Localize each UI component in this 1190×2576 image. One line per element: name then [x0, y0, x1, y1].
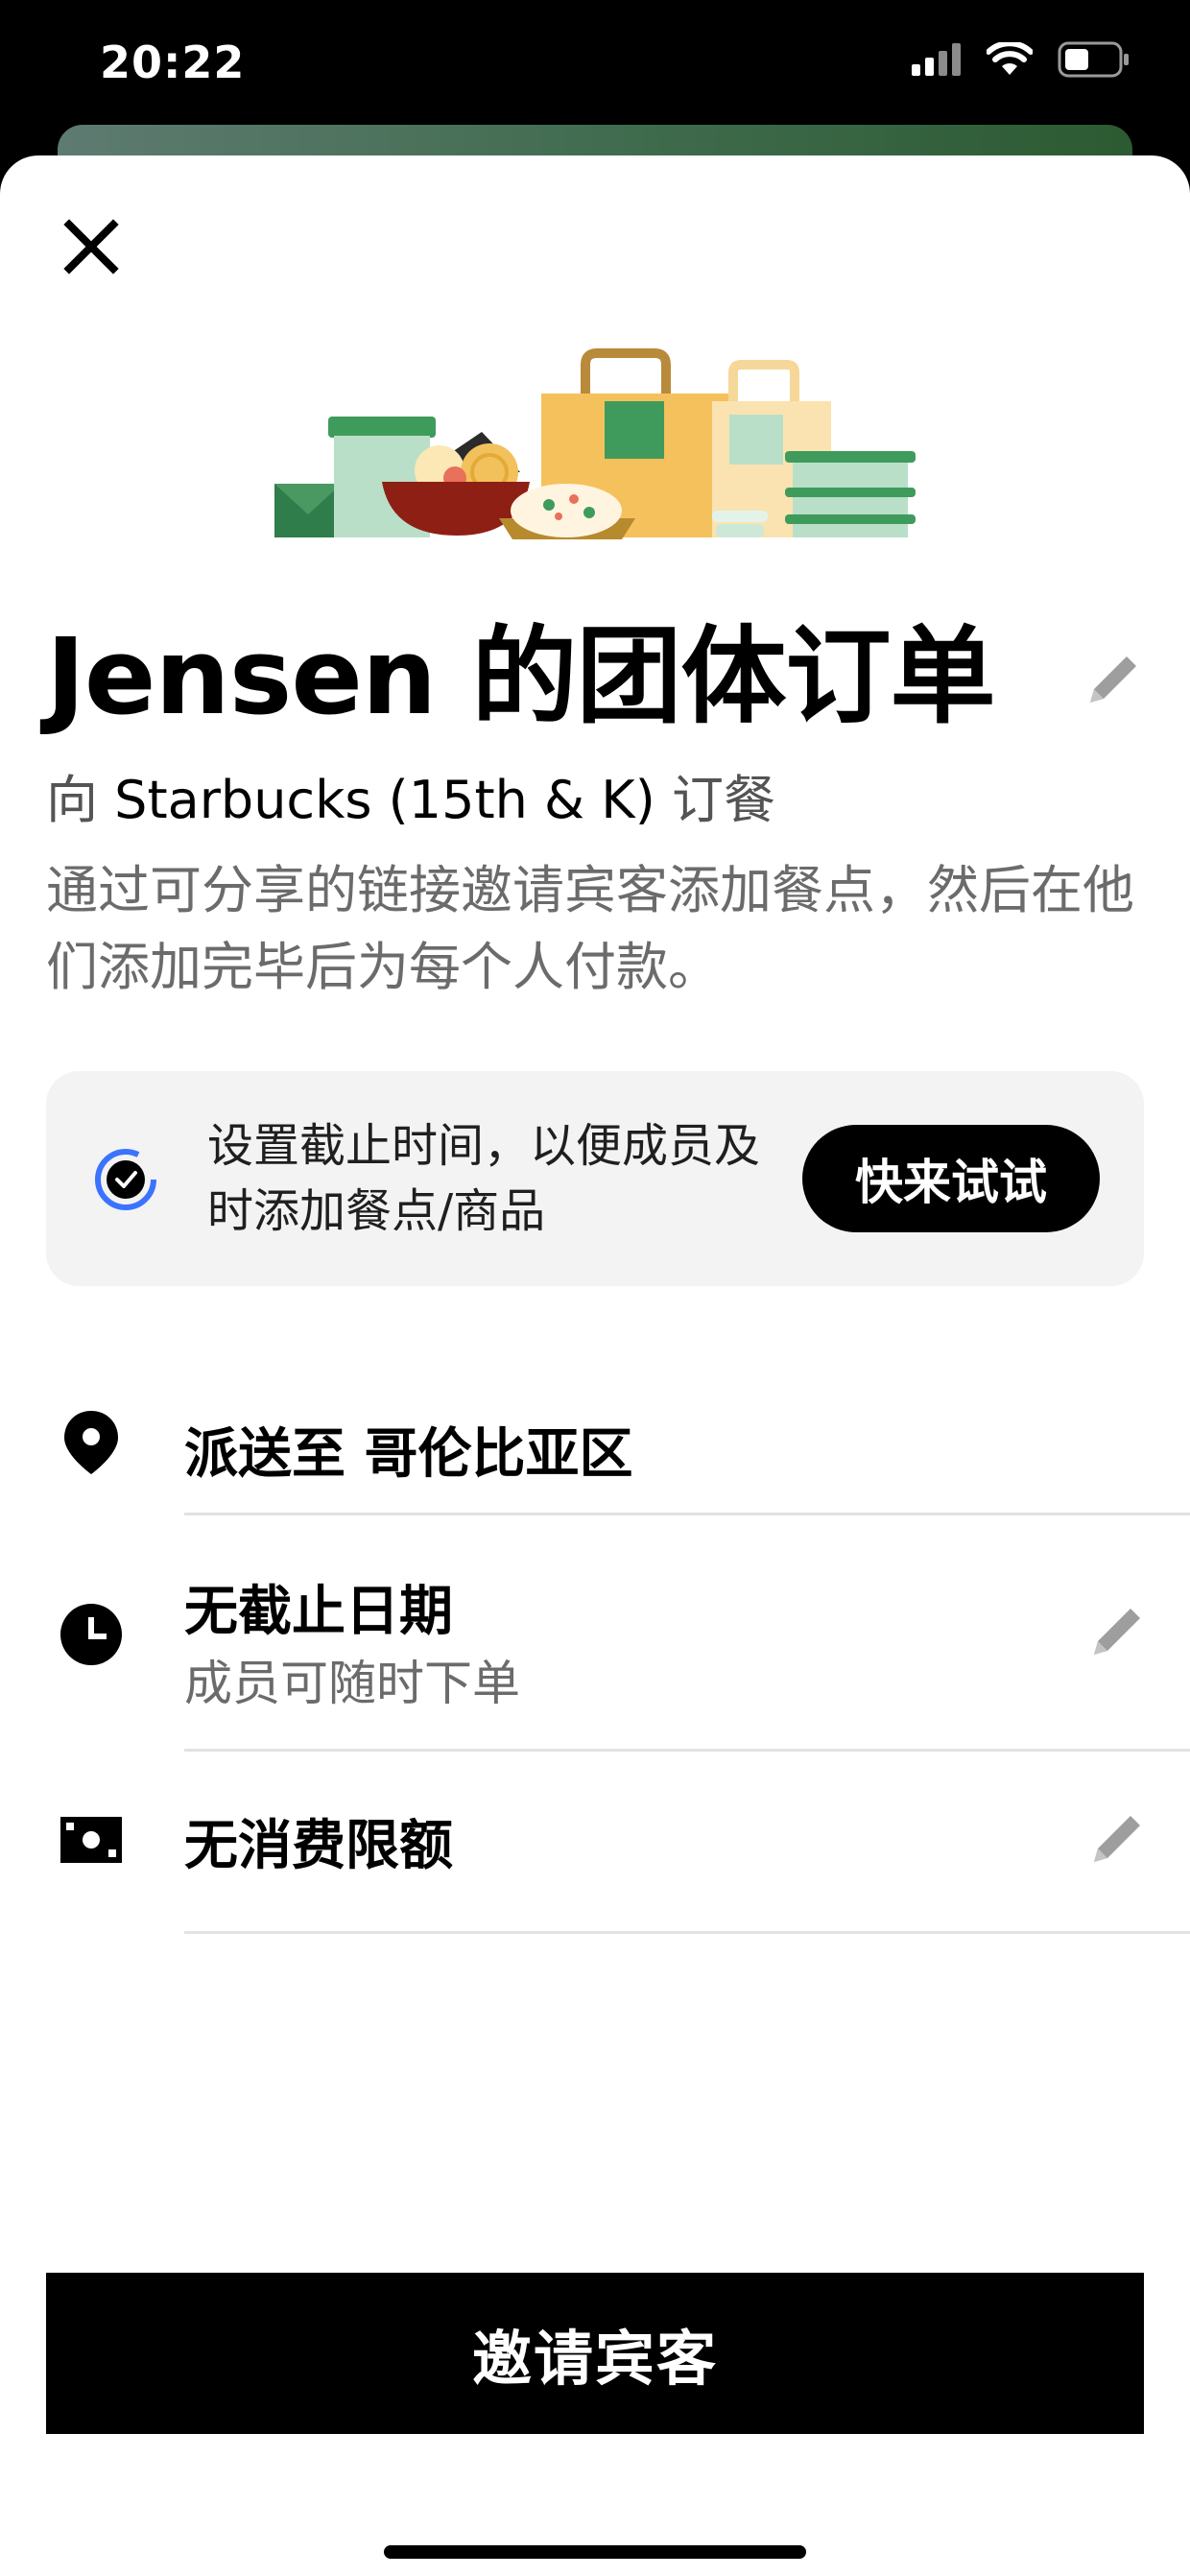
status-bar: 20:22	[0, 0, 1190, 134]
location-pin-icon	[58, 1409, 125, 1476]
store-name: Starbucks (15th & K)	[114, 770, 655, 830]
invite-guests-button[interactable]: 邀请宾客	[46, 2273, 1144, 2434]
battery-icon	[1058, 41, 1130, 82]
grocery-bags-and-food-illustration	[274, 348, 916, 539]
delivery-location-text: 派送至 哥伦比亚区	[184, 1423, 633, 1486]
cash-icon	[58, 1806, 125, 1873]
divider	[184, 1931, 1190, 1934]
try-now-button[interactable]: 快来试试	[802, 1125, 1100, 1232]
restaurant-subtitle: 向 Starbucks (15th & K) 订餐	[46, 766, 775, 835]
divider	[184, 1749, 1190, 1752]
pencil-icon	[1094, 1609, 1140, 1655]
clock-icon	[58, 1601, 125, 1668]
status-time: 20:22	[100, 36, 246, 88]
spending-limit-text: 无消费限额	[184, 1815, 453, 1877]
group-order-sheet: Jensen 的团体订单 向 Starbucks (15th & K) 订餐 通…	[0, 155, 1190, 2576]
pencil-icon	[1094, 1816, 1140, 1862]
subtitle-prefix: 向	[46, 770, 115, 830]
close-button[interactable]	[56, 211, 127, 282]
edit-spending-limit-button[interactable]	[1081, 1802, 1154, 1875]
pencil-icon	[1090, 656, 1136, 703]
page-title: Jensen 的团体订单	[46, 615, 996, 738]
spending-limit-row[interactable]: 无消费限额	[0, 1753, 1190, 1925]
wifi-icon	[986, 40, 1034, 81]
deadline-promo-card: 设置截止时间，以便成员及时添加餐点/商品 快来试试	[46, 1071, 1144, 1286]
deadline-subtitle: 成员可随时下单	[184, 1656, 520, 1711]
subtitle-suffix: 订餐	[654, 770, 775, 830]
deadline-row[interactable]: 无截止日期 成员可随时下单	[0, 1516, 1190, 1749]
timer-check-icon	[95, 1149, 156, 1210]
cellular-signal-icon	[912, 43, 962, 80]
title-row: Jensen 的团体订单	[46, 614, 1150, 739]
divider	[184, 1513, 1190, 1515]
description-text: 通过可分享的链接邀请宾客添加餐点，然后在他们添加完毕后为每个人付款。	[46, 860, 1134, 997]
edit-deadline-button[interactable]	[1081, 1595, 1154, 1668]
status-icons	[912, 40, 1130, 82]
edit-title-button[interactable]	[1077, 643, 1150, 716]
home-indicator	[384, 2545, 806, 2559]
deadline-title: 无截止日期	[184, 1581, 453, 1643]
promo-text: 设置截止时间，以便成员及时添加餐点/商品	[207, 1119, 761, 1238]
delivery-location-row[interactable]: 派送至 哥伦比亚区	[0, 1380, 1190, 1505]
close-icon	[63, 219, 119, 274]
